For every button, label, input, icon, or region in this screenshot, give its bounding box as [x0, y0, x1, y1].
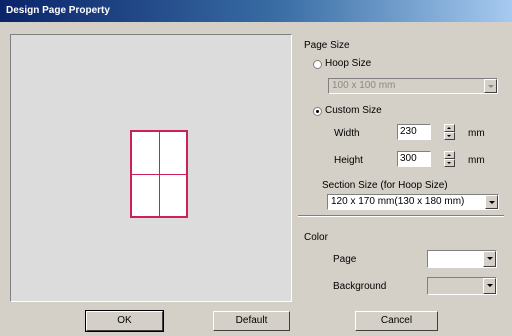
window-title: Design Page Property: [6, 5, 110, 16]
hoop-size-value: 100 x 100 mm: [332, 80, 396, 91]
page-thumbnail: [130, 130, 188, 218]
chevron-down-icon[interactable]: [484, 79, 497, 93]
chevron-down-icon[interactable]: [483, 251, 496, 267]
width-value: 230: [400, 126, 417, 137]
hoop-size-radio[interactable]: [313, 60, 322, 69]
spin-down-icon[interactable]: [444, 159, 455, 167]
cancel-button[interactable]: Cancel: [355, 311, 438, 331]
spin-down-icon[interactable]: [444, 132, 455, 140]
chevron-down-icon[interactable]: [483, 278, 496, 294]
chevron-down-icon[interactable]: [485, 195, 498, 209]
spin-up-icon[interactable]: [444, 151, 455, 159]
background-color-select[interactable]: [427, 277, 497, 295]
background-color-label: Background: [333, 281, 387, 292]
custom-size-label[interactable]: Custom Size: [325, 105, 382, 117]
width-label: Width: [334, 128, 360, 139]
height-input[interactable]: 300: [397, 151, 431, 167]
width-stepper[interactable]: [444, 124, 455, 140]
height-stepper[interactable]: [444, 151, 455, 167]
width-unit: mm: [468, 128, 485, 139]
height-label: Height: [334, 155, 363, 166]
page-color-label: Page: [333, 254, 357, 265]
section-size-value: 120 x 170 mm(130 x 180 mm): [331, 196, 465, 207]
title-bar[interactable]: Design Page Property: [0, 0, 512, 22]
section-size-select[interactable]: 120 x 170 mm(130 x 180 mm): [327, 194, 499, 210]
color-group-label: Color: [304, 232, 328, 243]
section-divider-horizontal: [132, 174, 186, 175]
page-color-select[interactable]: [427, 250, 497, 268]
page-size-group-label: Page Size: [304, 40, 350, 51]
hoop-size-label[interactable]: Hoop Size: [325, 58, 371, 70]
height-value: 300: [400, 153, 417, 164]
default-button[interactable]: Default: [213, 311, 290, 331]
page-preview: [10, 34, 292, 302]
spin-up-icon[interactable]: [444, 124, 455, 132]
divider: [298, 215, 504, 217]
hoop-size-select[interactable]: 100 x 100 mm: [328, 78, 498, 94]
height-unit: mm: [468, 155, 485, 166]
width-input[interactable]: 230: [397, 124, 431, 140]
section-size-label: Section Size (for Hoop Size): [322, 180, 448, 191]
custom-size-radio[interactable]: [313, 107, 322, 116]
ok-button[interactable]: OK: [85, 310, 164, 332]
